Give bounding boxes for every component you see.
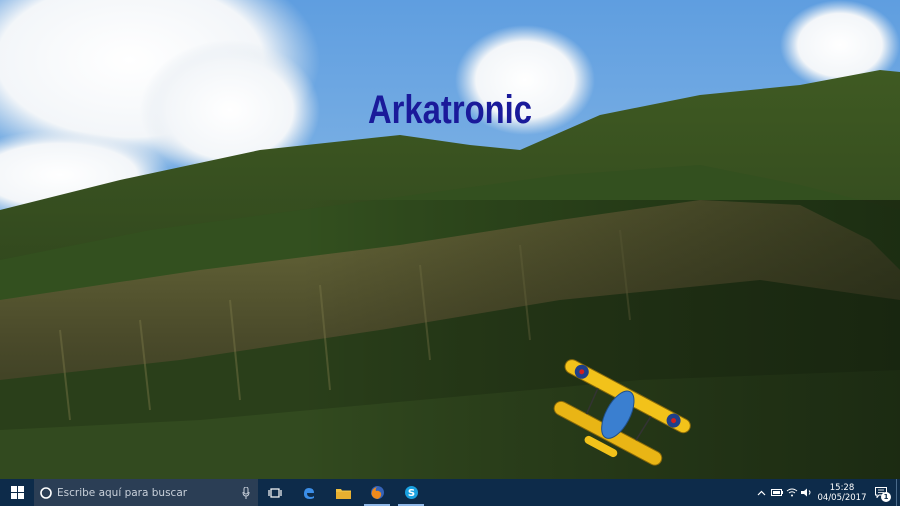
task-view-button[interactable] <box>258 479 292 506</box>
wallpaper-mountain-biplane <box>0 0 900 479</box>
wifi-icon <box>786 488 797 497</box>
battery-button[interactable] <box>769 479 784 506</box>
svg-text:S: S <box>407 488 414 499</box>
edge-icon <box>304 487 314 499</box>
file-explorer-button[interactable] <box>326 479 360 506</box>
chevron-up-icon <box>757 490 766 495</box>
show-hidden-icons-button[interactable] <box>754 479 769 506</box>
notification-count-badge: 1 <box>881 492 891 502</box>
clock-time: 15:28 <box>829 482 855 493</box>
show-desktop-button[interactable] <box>896 479 900 506</box>
desktop: Arkatronic <box>0 0 900 479</box>
action-center-button[interactable]: 1 <box>866 479 896 506</box>
windows-logo-icon <box>10 486 24 499</box>
search-box[interactable]: Escribe aquí para buscar <box>34 479 258 506</box>
network-button[interactable] <box>784 479 799 506</box>
system-tray: 15:28 04/05/2017 1 <box>754 479 900 506</box>
microphone-icon[interactable] <box>242 486 250 499</box>
edge-button[interactable] <box>292 479 326 506</box>
start-button[interactable] <box>0 479 34 506</box>
battery-icon <box>770 489 783 496</box>
task-view-icon <box>268 487 282 498</box>
firefox-button[interactable] <box>360 479 394 506</box>
watermark-text: Arkatronic <box>367 88 533 132</box>
search-input[interactable]: Escribe aquí para buscar <box>57 487 242 499</box>
clock[interactable]: 15:28 04/05/2017 <box>817 479 867 506</box>
firefox-icon <box>370 486 384 499</box>
skype-icon: S <box>404 486 418 499</box>
folder-icon <box>335 488 351 499</box>
skype-button[interactable]: S <box>394 479 428 506</box>
cortana-icon <box>40 486 52 499</box>
clock-date: 04/05/2017 <box>817 492 867 503</box>
volume-icon <box>800 488 810 497</box>
volume-button[interactable] <box>799 479 814 506</box>
taskbar: Escribe aquí para buscar S 15:28 04/05/2… <box>0 479 900 506</box>
